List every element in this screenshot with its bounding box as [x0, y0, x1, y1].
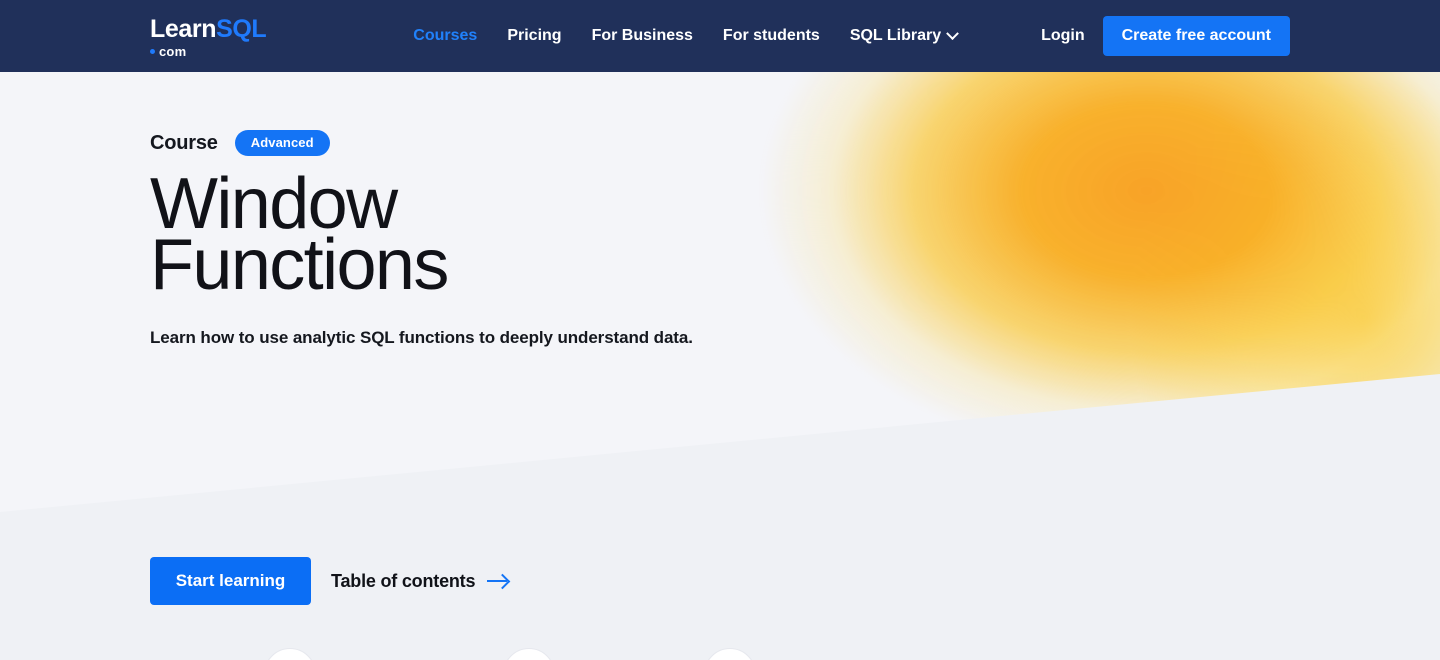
page-title-line-2: Functions: [150, 225, 449, 306]
nav-item-label: Courses: [413, 27, 478, 44]
logo-sql-text: SQL: [216, 14, 267, 43]
stat-estimated-time: 20 h Estimated time: [502, 648, 670, 660]
nav-item-label: SQL Library: [849, 27, 942, 44]
create-free-account-button[interactable]: Create free account: [1102, 16, 1290, 56]
site-header: LearnSQL com Courses Pricing For Busines…: [0, 0, 1440, 72]
course-label: Course: [150, 131, 218, 154]
stat-value: 218: [264, 648, 317, 660]
blue-dot-icon: [150, 48, 155, 54]
hero-section: Course Advanced Window Functions Learn h…: [0, 72, 1440, 660]
start-learning-button[interactable]: Start learning: [150, 557, 311, 605]
table-of-contents-label: Table of contents: [331, 570, 476, 591]
nav-item-label: For Business: [591, 27, 693, 44]
logo-subline: com: [150, 45, 266, 58]
login-link[interactable]: Login: [1041, 27, 1085, 45]
difficulty-badge: Advanced: [234, 130, 330, 156]
course-stats-row: Back 218 Interactive exercises 20 h Esti…: [150, 648, 1058, 660]
page-title: Window Functions: [150, 168, 1290, 306]
stat-value: 3956: [704, 648, 757, 660]
nav-item-label: For students: [722, 27, 820, 44]
page-root: LearnSQL com Courses Pricing For Busines…: [0, 0, 1440, 660]
arrow-right-icon: [487, 574, 509, 588]
hero-content: Course Advanced Window Functions Learn h…: [0, 72, 1440, 348]
logo-learn-text: Learn: [150, 14, 217, 43]
stat-value: 20 h: [502, 648, 555, 660]
site-logo[interactable]: LearnSQL com: [150, 14, 267, 58]
header-actions: Login Create free account: [1041, 16, 1290, 56]
nav-item-pricing[interactable]: Pricing: [507, 27, 561, 45]
nav-item-label: Pricing: [507, 27, 562, 44]
stat-interactive-exercises: 218 Interactive exercises: [264, 648, 469, 660]
hero-cta-row: Start learning Table of contents: [150, 557, 509, 605]
nav-item-for-students[interactable]: For students: [723, 27, 820, 45]
course-eyebrow-row: Course Advanced: [150, 130, 1290, 156]
chevron-down-icon: [946, 26, 959, 40]
page-subtitle: Learn how to use analytic SQL functions …: [150, 328, 693, 348]
logo-com-text: com: [159, 43, 187, 59]
nav-item-sql-library[interactable]: SQL Library: [849, 26, 959, 45]
main-navigation: Courses Pricing For Business For student…: [413, 26, 959, 45]
nav-item-courses[interactable]: Courses: [413, 27, 477, 45]
table-of-contents-link[interactable]: Table of contents: [331, 571, 509, 592]
stat-users-enrolled: 3956 Users enrolled: [704, 648, 869, 660]
nav-item-for-business[interactable]: For Business: [592, 27, 693, 45]
logo-wordmark: LearnSQL: [150, 14, 267, 43]
